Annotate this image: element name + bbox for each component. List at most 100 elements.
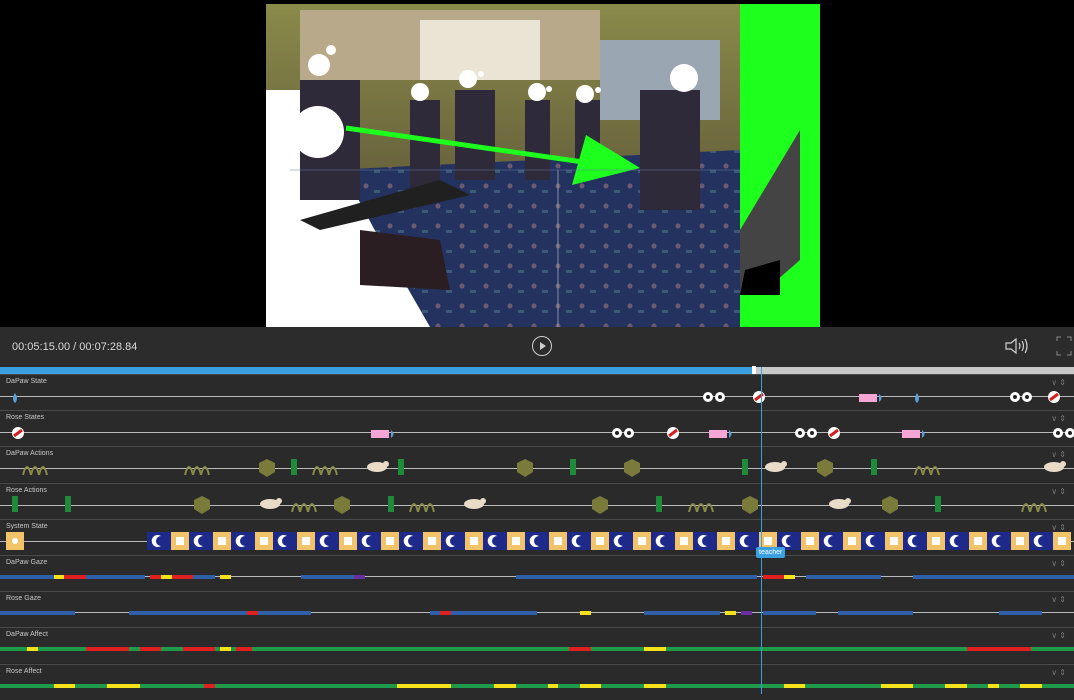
sun-state-icon[interactable] (255, 531, 273, 555)
hexagon-icon[interactable] (623, 459, 641, 482)
creature-icon[interactable] (258, 496, 284, 515)
moon-state-icon[interactable] (399, 531, 423, 555)
track-collapse-icon[interactable]: ∨ ⇕ (1051, 414, 1066, 423)
moon-state-icon[interactable] (903, 531, 927, 555)
annotation-segment[interactable] (451, 611, 537, 616)
moon-state-icon[interactable] (483, 531, 507, 555)
moon-state-icon[interactable] (273, 531, 297, 555)
track-collapse-icon[interactable]: ∨ ⇕ (1051, 487, 1066, 496)
track-collapse-icon[interactable]: ∨ ⇕ (1051, 559, 1066, 568)
bar-icon[interactable] (741, 459, 749, 480)
bar-icon[interactable] (397, 459, 405, 480)
annotation-segment[interactable] (708, 575, 758, 579)
progress-bar[interactable] (0, 366, 1074, 375)
annotation-segment[interactable] (1020, 683, 1042, 688)
annotation-segment[interactable] (805, 575, 881, 579)
annotation-segment[interactable] (220, 575, 231, 579)
annotation-segment[interactable] (26, 647, 38, 652)
sprout-icon[interactable] (290, 496, 318, 517)
annotation-segment[interactable] (204, 683, 215, 688)
annotation-segment[interactable] (912, 575, 1042, 579)
annotation-segment[interactable] (762, 575, 784, 579)
hexagon-icon[interactable] (333, 495, 351, 519)
eyes-icon[interactable] (794, 426, 819, 444)
annotation-segment[interactable] (998, 611, 1042, 616)
creature-icon[interactable] (1042, 459, 1068, 478)
annotation-segment[interactable] (150, 575, 162, 579)
annotation-segment[interactable] (354, 575, 366, 579)
sun-state-icon[interactable] (6, 531, 24, 555)
annotation-segment[interactable] (644, 611, 720, 616)
track-dapaw-gaze[interactable]: DaPaw Gaze ∨ ⇕ (0, 555, 1074, 591)
hexagon-icon[interactable] (881, 495, 899, 519)
sun-state-icon[interactable] (213, 531, 231, 555)
annotation-segment[interactable] (724, 611, 736, 616)
pink-tag-icon[interactable] (859, 390, 885, 408)
sun-state-icon[interactable] (171, 531, 189, 555)
annotation-segment[interactable] (107, 683, 140, 688)
moon-state-icon[interactable] (609, 531, 633, 555)
sun-state-icon[interactable] (885, 531, 903, 555)
annotation-segment[interactable] (0, 647, 1074, 652)
track-system-state[interactable]: System State ∨ ⇕ (0, 518, 1074, 555)
annotation-segment[interactable] (193, 575, 215, 579)
sun-state-icon[interactable] (591, 531, 609, 555)
annotation-segment[interactable] (0, 611, 76, 616)
bar-icon[interactable] (934, 495, 942, 517)
sun-state-icon[interactable] (843, 531, 861, 555)
sun-state-icon[interactable] (1053, 531, 1071, 555)
bar-icon[interactable] (655, 495, 663, 517)
annotation-segment[interactable] (64, 575, 86, 579)
video-viewport[interactable] (0, 0, 1074, 327)
sun-state-icon[interactable] (381, 531, 399, 555)
sprout-icon[interactable] (183, 459, 211, 480)
track-collapse-icon[interactable]: ∨ ⇕ (1051, 595, 1066, 604)
pink-tag-icon[interactable] (370, 426, 397, 444)
sun-state-icon[interactable] (339, 531, 357, 555)
moon-state-icon[interactable] (231, 531, 255, 555)
annotation-segment[interactable] (182, 647, 215, 652)
annotation-segment[interactable] (762, 611, 817, 616)
moon-state-icon[interactable] (819, 531, 843, 555)
moon-state-icon[interactable] (567, 531, 591, 555)
sun-state-icon[interactable] (969, 531, 987, 555)
track-dapaw-state[interactable]: DaPaw State ∨ ⇕ (0, 374, 1074, 410)
annotation-segment[interactable] (139, 647, 162, 652)
track-collapse-icon[interactable]: ∨ ⇕ (1051, 378, 1066, 387)
droplet-icon[interactable] (11, 390, 19, 408)
annotation-segment[interactable] (171, 575, 194, 579)
annotation-segment[interactable] (579, 611, 591, 616)
moon-state-icon[interactable] (147, 531, 171, 555)
creature-icon[interactable] (365, 459, 391, 478)
sprout-icon[interactable] (408, 496, 436, 517)
annotation-segment[interactable] (515, 575, 709, 579)
moon-state-icon[interactable] (651, 531, 675, 555)
annotation-segment[interactable] (440, 611, 452, 616)
sun-state-icon[interactable] (717, 531, 735, 555)
moon-state-icon[interactable] (525, 531, 549, 555)
annotation-segment[interactable] (257, 611, 312, 616)
moon-state-icon[interactable] (441, 531, 465, 555)
track-rose-states[interactable]: Rose States ∨ ⇕ (0, 410, 1074, 447)
sprout-icon[interactable] (1020, 496, 1048, 517)
annotation-segment[interactable] (128, 611, 247, 616)
hexagon-icon[interactable] (193, 495, 211, 519)
sun-state-icon[interactable] (675, 531, 693, 555)
moon-state-icon[interactable] (945, 531, 969, 555)
annotation-segment[interactable] (880, 683, 913, 688)
hexagon-icon[interactable] (816, 459, 834, 482)
playhead-line[interactable] (761, 367, 762, 694)
annotation-segment[interactable] (569, 647, 591, 652)
track-collapse-icon[interactable]: ∨ ⇕ (1051, 668, 1066, 677)
moon-state-icon[interactable] (315, 531, 339, 555)
bar-icon[interactable] (64, 495, 72, 517)
annotation-segment[interactable] (0, 683, 1074, 688)
sun-state-icon[interactable] (423, 531, 441, 555)
annotation-segment[interactable] (945, 683, 967, 688)
annotation-segment[interactable] (85, 575, 145, 579)
volume-icon[interactable] (1004, 336, 1032, 356)
creature-icon[interactable] (462, 496, 488, 515)
track-rose-actions[interactable]: Rose Actions ∨ ⇕ (0, 482, 1074, 519)
creature-icon[interactable] (827, 496, 853, 515)
bar-icon[interactable] (11, 495, 19, 517)
